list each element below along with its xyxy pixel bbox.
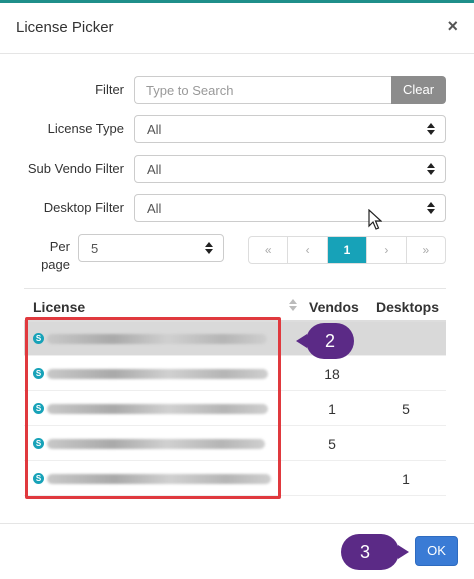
page-last-button[interactable]: »	[407, 237, 445, 263]
sub-vendo-filter-label: Sub Vendo Filter	[27, 161, 124, 176]
step-2-number: 2	[324, 331, 335, 351]
dialog-title: License Picker	[16, 19, 114, 36]
desktop-filter-select[interactable]: All	[134, 194, 446, 222]
page-current-button[interactable]: 1	[327, 237, 368, 263]
step-3-number: 3	[359, 542, 370, 562]
per-page-label: Per page	[41, 239, 70, 272]
select-arrows-icon	[427, 201, 435, 215]
filter-search-input[interactable]	[134, 76, 391, 104]
select-arrows-icon	[205, 241, 213, 255]
sub-vendo-filter-value: All	[147, 162, 162, 177]
dialog-header: License Picker ×	[0, 3, 474, 54]
highlight-box	[25, 317, 281, 499]
vendos-count: 18	[324, 366, 340, 382]
page-first-button[interactable]: «	[249, 237, 289, 263]
filter-input-group: Clear	[134, 76, 446, 104]
license-type-value: All	[147, 122, 162, 137]
vendos-count: 5	[328, 436, 336, 452]
per-page-select[interactable]: 5	[78, 234, 224, 262]
license-type-label: License Type	[47, 121, 124, 136]
close-icon[interactable]: ×	[447, 16, 458, 37]
step-3-callout: 3	[341, 534, 409, 570]
select-arrows-icon	[427, 162, 435, 176]
license-picker-dialog: License Picker × Filter Clear License Ty…	[0, 3, 474, 579]
pagination: « ‹ 1 › »	[248, 236, 446, 264]
select-arrows-icon	[427, 122, 435, 136]
vendos-count: 1	[328, 401, 336, 417]
step-2-callout: 2	[296, 323, 354, 359]
per-page-value: 5	[91, 241, 99, 256]
desktop-filter-label: Desktop Filter	[43, 200, 124, 215]
column-header-vendos[interactable]: Vendos	[309, 299, 359, 315]
clear-button[interactable]: Clear	[391, 76, 446, 104]
desktop-filter-value: All	[147, 201, 162, 216]
page-next-button[interactable]: ›	[367, 237, 407, 263]
license-type-select[interactable]: All	[134, 115, 446, 143]
page-prev-button[interactable]: ‹	[288, 237, 328, 263]
desktops-count: 5	[402, 401, 410, 417]
ok-button[interactable]: OK	[415, 536, 458, 566]
column-header-desktops[interactable]: Desktops	[376, 299, 439, 315]
mouse-pointer-icon	[368, 209, 382, 230]
filter-label: Filter	[95, 82, 124, 97]
sort-icon[interactable]	[289, 299, 297, 313]
column-header-license[interactable]: License	[33, 299, 85, 315]
desktops-count: 1	[402, 471, 410, 487]
sub-vendo-filter-select[interactable]: All	[134, 155, 446, 183]
